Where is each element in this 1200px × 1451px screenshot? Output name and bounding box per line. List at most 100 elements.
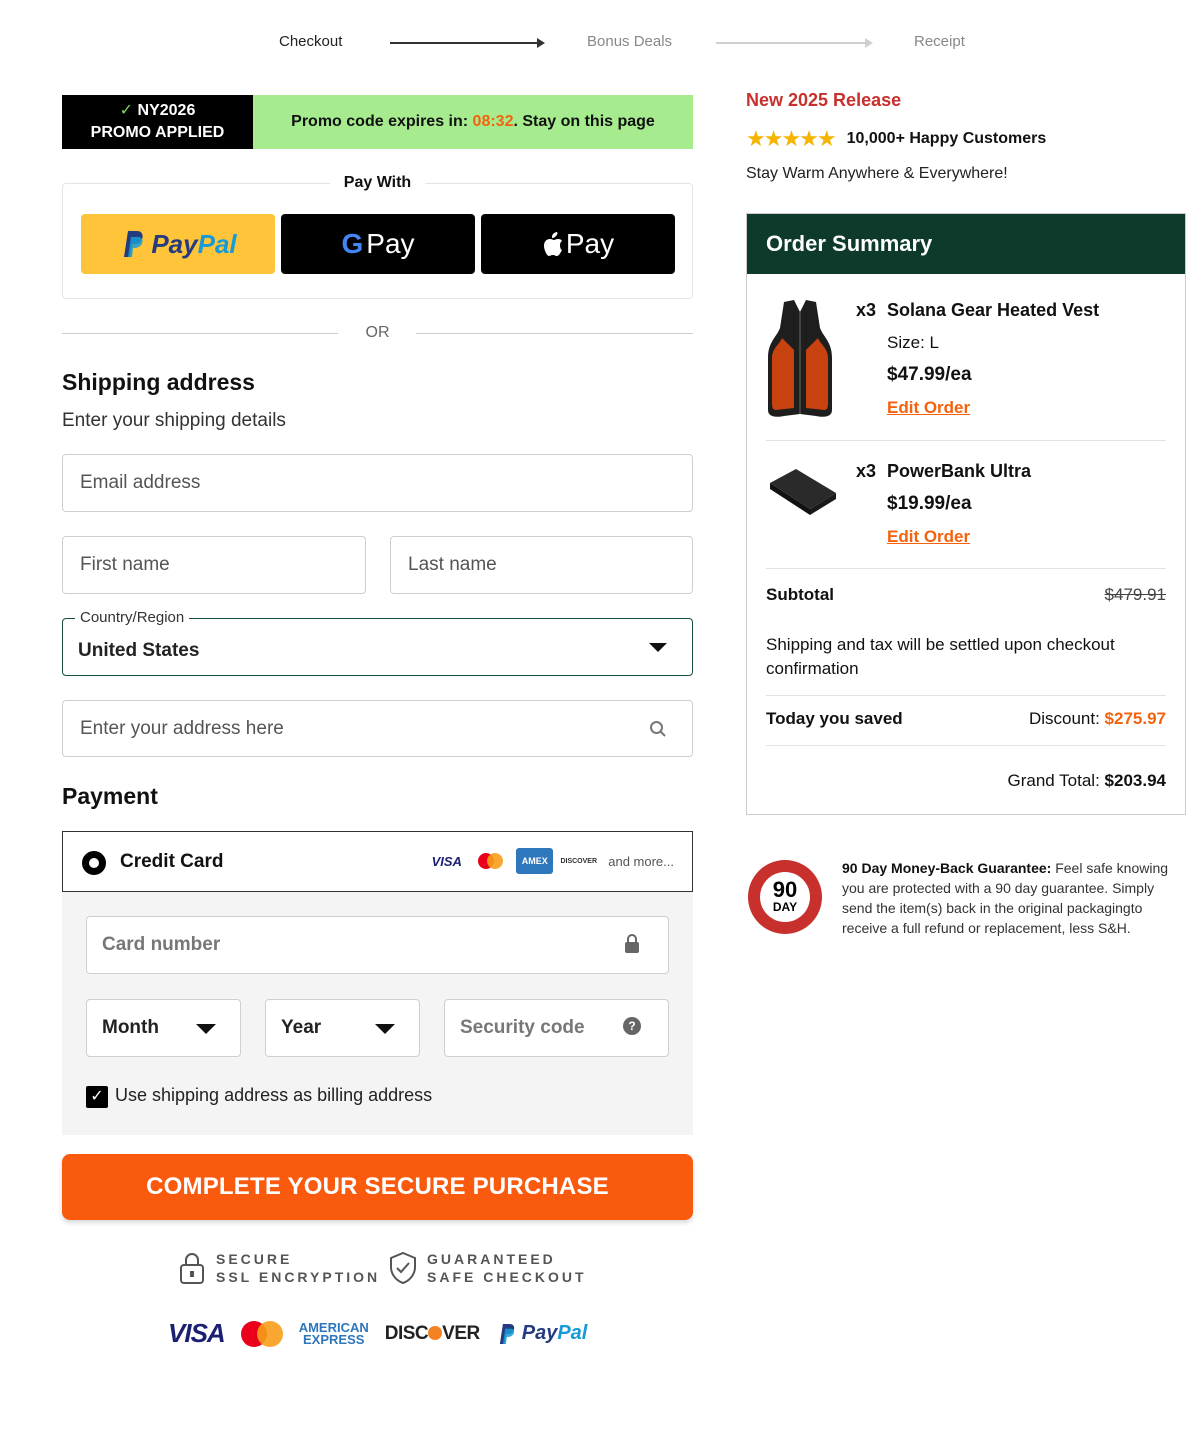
express-pay-box: Pay With PayPal G Pay Pay: [62, 174, 693, 299]
promo-stay-text: . Stay on this page: [513, 113, 655, 130]
step-arrow-1: [390, 38, 545, 48]
order-summary-title: Order Summary: [747, 214, 1185, 274]
payment-title: Payment: [62, 783, 158, 809]
year-label: Year: [281, 1017, 322, 1038]
step-checkout: Checkout: [279, 33, 343, 50]
heated-vest-image: [768, 300, 832, 417]
promo-applied-label: PROMO APPLIED: [90, 124, 225, 141]
release-label: New 2025 Release: [746, 90, 902, 110]
promo-timer-box: Promo code expires in: 08:32. Stay on th…: [253, 95, 693, 149]
country-select[interactable]: Country/Region United States: [62, 609, 693, 676]
month-select[interactable]: Month: [86, 999, 241, 1057]
ssl-line2: SSL ENCRYPTION: [216, 1269, 381, 1285]
badge-number: 90: [772, 877, 798, 902]
address-placeholder: Enter your address here: [80, 717, 284, 739]
billing-checkbox[interactable]: ✓: [86, 1086, 108, 1108]
item-name: Solana Gear Heated Vest: [887, 300, 1100, 320]
guarantee-title: 90 Day Money-Back Guarantee:: [842, 860, 1052, 876]
subtotal-value: $479.91: [1104, 585, 1166, 604]
billing-checkbox-label: Use shipping address as billing address: [115, 1085, 433, 1105]
or-divider: OR: [62, 322, 693, 344]
step-bonus-deals: Bonus Deals: [587, 33, 673, 50]
edit-order-link[interactable]: Edit Order: [887, 527, 970, 547]
amex-logo: AMERICAN EXPRESS: [298, 1319, 369, 1347]
first-name-field[interactable]: First name: [62, 536, 366, 594]
card-number-field[interactable]: Card number: [86, 916, 669, 974]
shipping-note: Shipping and tax will be settled upon ch…: [766, 635, 1115, 678]
credit-card-form: Card number Month Year Security code ? ✓…: [62, 892, 693, 1135]
email-field[interactable]: Email address: [62, 454, 693, 512]
step-arrow-2: [716, 38, 873, 48]
promo-applied-box: ✓ NY2026 PROMO APPLIED: [62, 95, 253, 149]
ssl-line1: SECURE: [216, 1251, 293, 1267]
grand-total-label: Grand Total:: [1007, 771, 1100, 790]
paypal-text-pay: Pay: [151, 228, 198, 259]
shipping-subtitle: Enter your shipping details: [62, 410, 286, 431]
safe-line2: SAFE CHECKOUT: [427, 1269, 587, 1285]
year-select[interactable]: Year: [265, 999, 420, 1057]
chevron-down-icon: [196, 1024, 216, 1034]
apple-icon: [543, 232, 562, 256]
grand-total-value: $203.94: [1104, 771, 1166, 790]
google-pay-label: Pay: [366, 228, 415, 259]
customers-count: 10,000+ Happy Customers: [846, 130, 1047, 147]
step-receipt: Receipt: [914, 33, 965, 50]
card-number-placeholder: Card number: [102, 934, 221, 955]
promo-timer: 08:32: [472, 113, 514, 130]
country-value: United States: [78, 640, 200, 661]
google-pay-button[interactable]: G Pay: [281, 214, 475, 274]
order-item: x3 Solana Gear Heated Vest Size: L $47.9…: [766, 298, 1166, 428]
discover-icon: DISCOVER: [560, 857, 598, 865]
amex-icon: AMEX: [516, 848, 554, 874]
pay-with-title: Pay With: [329, 174, 426, 191]
edit-order-link[interactable]: Edit Order: [887, 398, 970, 418]
chevron-down-icon: [375, 1024, 395, 1034]
month-label: Month: [102, 1017, 159, 1038]
ssl-badge: SECURE SSL ENCRYPTION: [178, 1250, 380, 1286]
help-icon[interactable]: ?: [623, 1017, 641, 1035]
address-search-field[interactable]: Enter your address here: [62, 700, 693, 757]
promo-banner: ✓ NY2026 PROMO APPLIED Promo code expire…: [62, 95, 693, 149]
item-size: Size: L: [887, 333, 939, 352]
item-price: $19.99/ea: [887, 493, 972, 514]
powerbank-image: [770, 469, 836, 515]
guarantee-badge-icon: 90 DAY: [748, 860, 822, 934]
lock-icon: [625, 934, 639, 953]
subtotal-row: Subtotal $479.91: [766, 585, 1166, 605]
apple-pay-button[interactable]: Pay: [481, 214, 675, 274]
shipping-title: Shipping address: [62, 369, 255, 395]
paypal-text-pal: Pal: [197, 228, 237, 259]
discount-value: $275.97: [1104, 709, 1166, 728]
complete-purchase-button[interactable]: COMPLETE YOUR SECURE PURCHASE: [62, 1154, 693, 1220]
savings-row: Today you saved Discount: $275.97: [766, 709, 1166, 729]
paypal-icon: [124, 231, 143, 257]
first-name-placeholder: First name: [80, 554, 170, 575]
credit-card-label: Credit Card: [120, 851, 224, 872]
credit-card-option[interactable]: Credit Card VISA AMEX DISCOVER and more.…: [62, 831, 693, 892]
product-tagline: Stay Warm Anywhere & Everywhere!: [746, 165, 1008, 182]
safe-line1: GUARANTEED: [427, 1251, 556, 1267]
paypal-logo: PayPal: [496, 1322, 587, 1346]
order-item: x3 PowerBank Ultra $19.99/ea Edit Order: [766, 459, 1166, 559]
badge-day: DAY: [772, 900, 798, 914]
last-name-field[interactable]: Last name: [390, 536, 693, 594]
chevron-down-icon: [649, 643, 667, 652]
and-more-label: and more...: [608, 853, 674, 869]
visa-icon: VISA: [431, 853, 462, 869]
security-code-field[interactable]: Security code ?: [444, 999, 669, 1057]
guarantee-text: 90 Day Money-Back Guarantee: Feel safe k…: [842, 858, 1182, 938]
promo-expires-label: Promo code expires in:: [291, 113, 469, 130]
paypal-button[interactable]: PayPal: [81, 214, 275, 274]
radio-selected[interactable]: [82, 851, 106, 875]
apple-pay-label: Pay: [565, 228, 615, 259]
item-name: PowerBank Ultra: [887, 461, 1032, 481]
checkout-steps: Checkout Bonus Deals Receipt: [0, 30, 1200, 56]
order-summary: Order Summary x3 Solana Gear Heated Vest…: [746, 213, 1186, 815]
lock-icon: [180, 1253, 204, 1284]
subtotal-label: Subtotal: [766, 585, 834, 604]
item-qty: x3: [856, 461, 877, 481]
item-price: $47.99/ea: [887, 364, 972, 385]
discount-label: Discount:: [1028, 709, 1100, 728]
google-g-icon: G: [341, 228, 364, 259]
accepted-cards: VISA AMEX DISCOVER and more...: [428, 848, 674, 874]
